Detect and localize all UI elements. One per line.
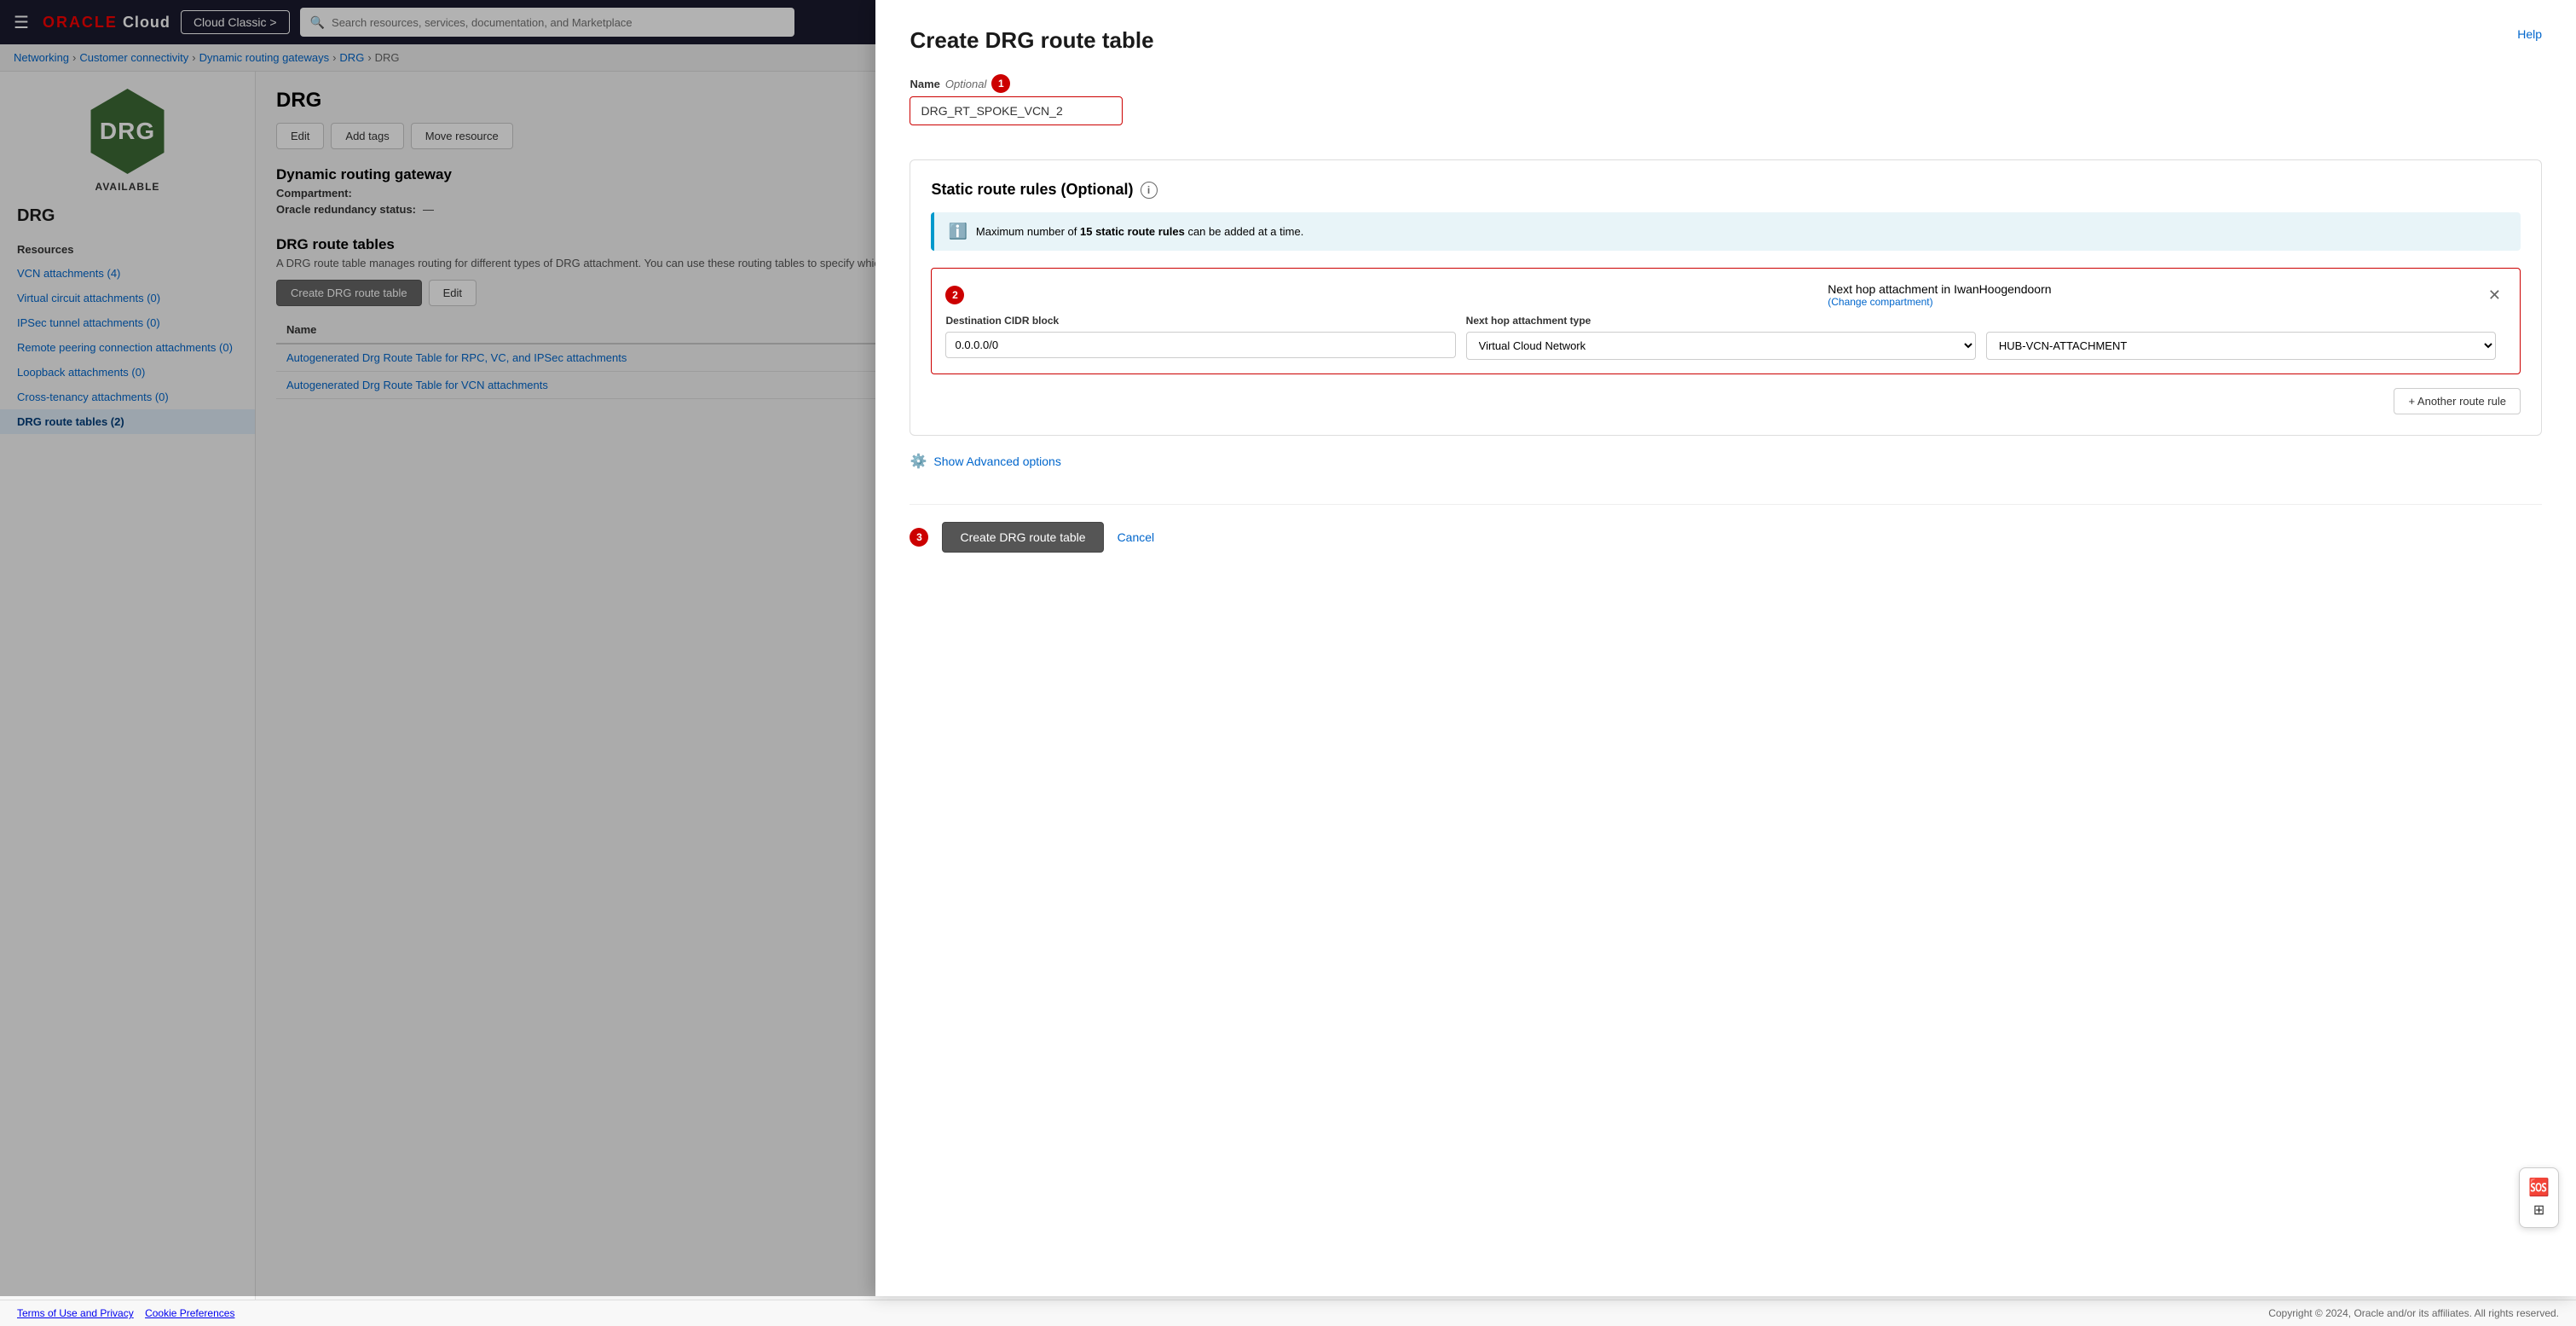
route-rule-grid: Destination CIDR block Next hop attachme… (945, 315, 2506, 360)
modal-header: Create DRG route table Help (910, 27, 2542, 54)
another-route-btn-row: + Another route rule (931, 388, 2521, 414)
step-badge-1: 1 (991, 74, 1010, 93)
next-hop-attachment-header: Next hop attachment in IwanHoogendoorn (… (1828, 282, 2051, 308)
cancel-button[interactable]: Cancel (1118, 530, 1155, 544)
name-optional-text: Optional (945, 78, 986, 90)
name-label-text: Name (910, 78, 939, 90)
route-rule-step-row: 2 Next hop attachment in IwanHoogendoorn… (945, 282, 2506, 308)
next-hop-attachment-label: Next hop attachment in IwanHoogendoorn (1828, 282, 2051, 296)
create-drg-route-table-modal: Create DRG route table Help Name Optiona… (875, 0, 2576, 1296)
next-hop-type-column: Next hop attachment type Virtual Cloud N… (1466, 315, 1976, 360)
modal-overlay: Create DRG route table Help Name Optiona… (0, 0, 2576, 1296)
sliders-icon: ⚙️ (910, 453, 927, 470)
destination-cidr-header: Destination CIDR block (945, 315, 1455, 327)
info-banner-text: Maximum number of 15 static route rules … (976, 225, 1303, 238)
next-hop-attachment-select[interactable]: HUB-VCN-ATTACHMENT (1986, 332, 2496, 360)
info-banner: ℹ️ Maximum number of 15 static route rul… (931, 212, 2521, 251)
step-badge-3: 3 (910, 528, 928, 547)
cookie-preferences-link[interactable]: Cookie Preferences (145, 1307, 234, 1319)
next-hop-type-header: Next hop attachment type (1466, 315, 1976, 327)
footer-bar: Terms of Use and Privacy Cookie Preferen… (0, 1300, 2576, 1326)
floating-help-button[interactable]: 🆘 ⊞ (2519, 1167, 2559, 1228)
next-hop-type-select[interactable]: Virtual Cloud Network IP Sec tunnel Virt… (1466, 332, 1976, 360)
change-compartment-link[interactable]: (Change compartment) (1828, 296, 2051, 308)
static-rules-header: Static route rules (Optional) i (931, 181, 2521, 199)
name-field-label: Name Optional 1 (910, 74, 2542, 93)
create-drg-route-table-submit-button[interactable]: Create DRG route table (942, 522, 1103, 553)
show-advanced-label: Show Advanced options (933, 455, 1060, 468)
footer-left: Terms of Use and Privacy Cookie Preferen… (17, 1307, 234, 1319)
modal-footer: 3 Create DRG route table Cancel (910, 504, 2542, 553)
close-route-rule-button[interactable]: ✕ (2483, 285, 2506, 306)
name-input[interactable] (910, 96, 1123, 125)
static-rules-title: Static route rules (Optional) (931, 181, 1133, 199)
footer-right: Copyright © 2024, Oracle and/or its affi… (2268, 1307, 2559, 1319)
help-float-icon: 🆘 (2528, 1177, 2550, 1198)
show-advanced-options[interactable]: ⚙️ Show Advanced options (910, 453, 2542, 470)
modal-help-link[interactable]: Help (2517, 27, 2542, 41)
terms-of-use-link[interactable]: Terms of Use and Privacy (17, 1307, 134, 1319)
next-hop-attachment-col-header (1986, 315, 2496, 327)
modal-title: Create DRG route table (910, 27, 1153, 54)
help-float-grid-icon: ⊞ (2533, 1202, 2544, 1219)
destination-cidr-column: Destination CIDR block (945, 315, 1455, 358)
step-badge-2: 2 (945, 286, 964, 304)
next-hop-attachment-column: HUB-VCN-ATTACHMENT (1986, 315, 2496, 360)
static-rules-info-icon[interactable]: i (1141, 182, 1158, 199)
info-banner-icon: ℹ️ (948, 223, 967, 240)
static-route-rules-section: Static route rules (Optional) i ℹ️ Maxim… (910, 159, 2542, 436)
destination-cidr-input[interactable] (945, 332, 1455, 358)
route-rule-box: 2 Next hop attachment in IwanHoogendoorn… (931, 268, 2521, 374)
another-route-rule-button[interactable]: + Another route rule (2394, 388, 2521, 414)
